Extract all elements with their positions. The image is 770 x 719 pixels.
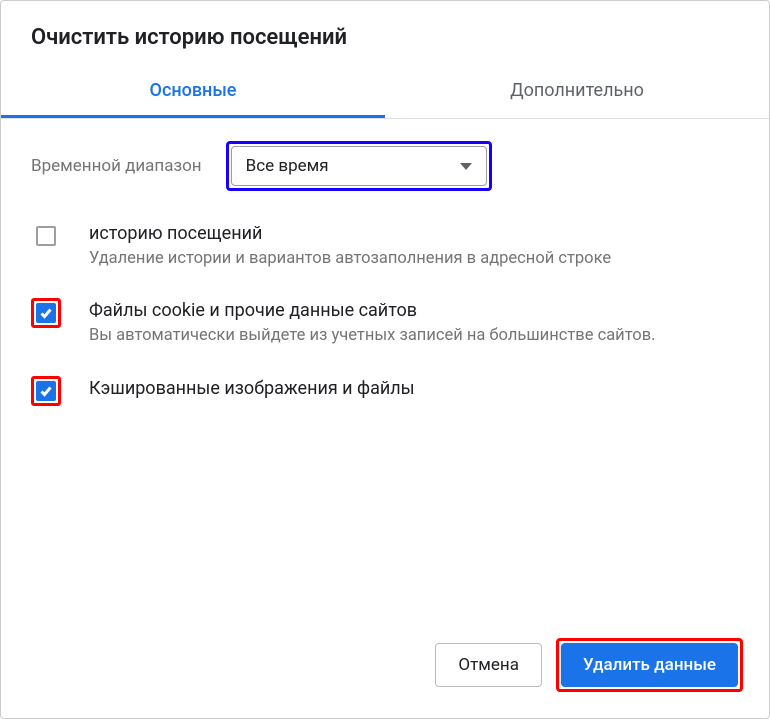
- time-range-value: Все время: [246, 156, 329, 176]
- tab-basic-label: Основные: [150, 80, 237, 101]
- option-desc: Удаление истории и вариантов автозаполне…: [89, 248, 739, 270]
- checkbox-highlight: [31, 298, 61, 328]
- dialog-footer: Отмена Удалить данные: [1, 638, 769, 718]
- dialog-content: Временной диапазон Все время историю пос…: [1, 119, 769, 638]
- tab-basic[interactable]: Основные: [1, 68, 385, 118]
- option-title: историю посещений: [89, 223, 739, 244]
- checkbox-browsing-history[interactable]: [36, 226, 56, 246]
- tab-advanced-label: Дополнительно: [510, 80, 644, 101]
- checkmark-icon: [39, 306, 53, 320]
- checkbox-cookies[interactable]: [36, 303, 56, 323]
- checkbox-wrapper: [31, 221, 61, 251]
- option-title: Файлы cookie и прочие данные сайтов: [89, 300, 739, 321]
- clear-button-highlight: Удалить данные: [556, 638, 743, 692]
- clear-data-button[interactable]: Удалить данные: [561, 643, 738, 687]
- option-browsing-history: историю посещений Удаление истории и вар…: [31, 221, 739, 270]
- option-cached: Кэшированные изображения и файлы: [31, 376, 739, 406]
- option-cookies: Файлы cookie и прочие данные сайтов Вы а…: [31, 298, 739, 347]
- time-range-highlight: Все время: [226, 141, 492, 191]
- clear-browsing-data-dialog: Очистить историю посещений Основные Допо…: [0, 0, 770, 719]
- option-text: Кэшированные изображения и файлы: [89, 376, 739, 403]
- option-text: Файлы cookie и прочие данные сайтов Вы а…: [89, 298, 739, 347]
- dialog-title: Очистить историю посещений: [1, 1, 769, 68]
- cancel-button[interactable]: Отмена: [435, 643, 542, 687]
- cancel-button-label: Отмена: [458, 655, 519, 675]
- option-desc: Вы автоматически выйдете из учетных запи…: [89, 325, 739, 347]
- time-range-label: Временной диапазон: [31, 156, 202, 176]
- checkbox-cached[interactable]: [36, 381, 56, 401]
- clear-button-label: Удалить данные: [583, 655, 716, 675]
- checkbox-highlight: [31, 376, 61, 406]
- time-range-row: Временной диапазон Все время: [31, 141, 739, 191]
- option-text: историю посещений Удаление истории и вар…: [89, 221, 739, 270]
- tabs: Основные Дополнительно: [1, 68, 769, 119]
- option-title: Кэшированные изображения и файлы: [89, 378, 739, 399]
- time-range-select[interactable]: Все время: [231, 146, 487, 186]
- chevron-down-icon: [460, 163, 472, 170]
- checkmark-icon: [39, 384, 53, 398]
- tab-advanced[interactable]: Дополнительно: [385, 68, 769, 118]
